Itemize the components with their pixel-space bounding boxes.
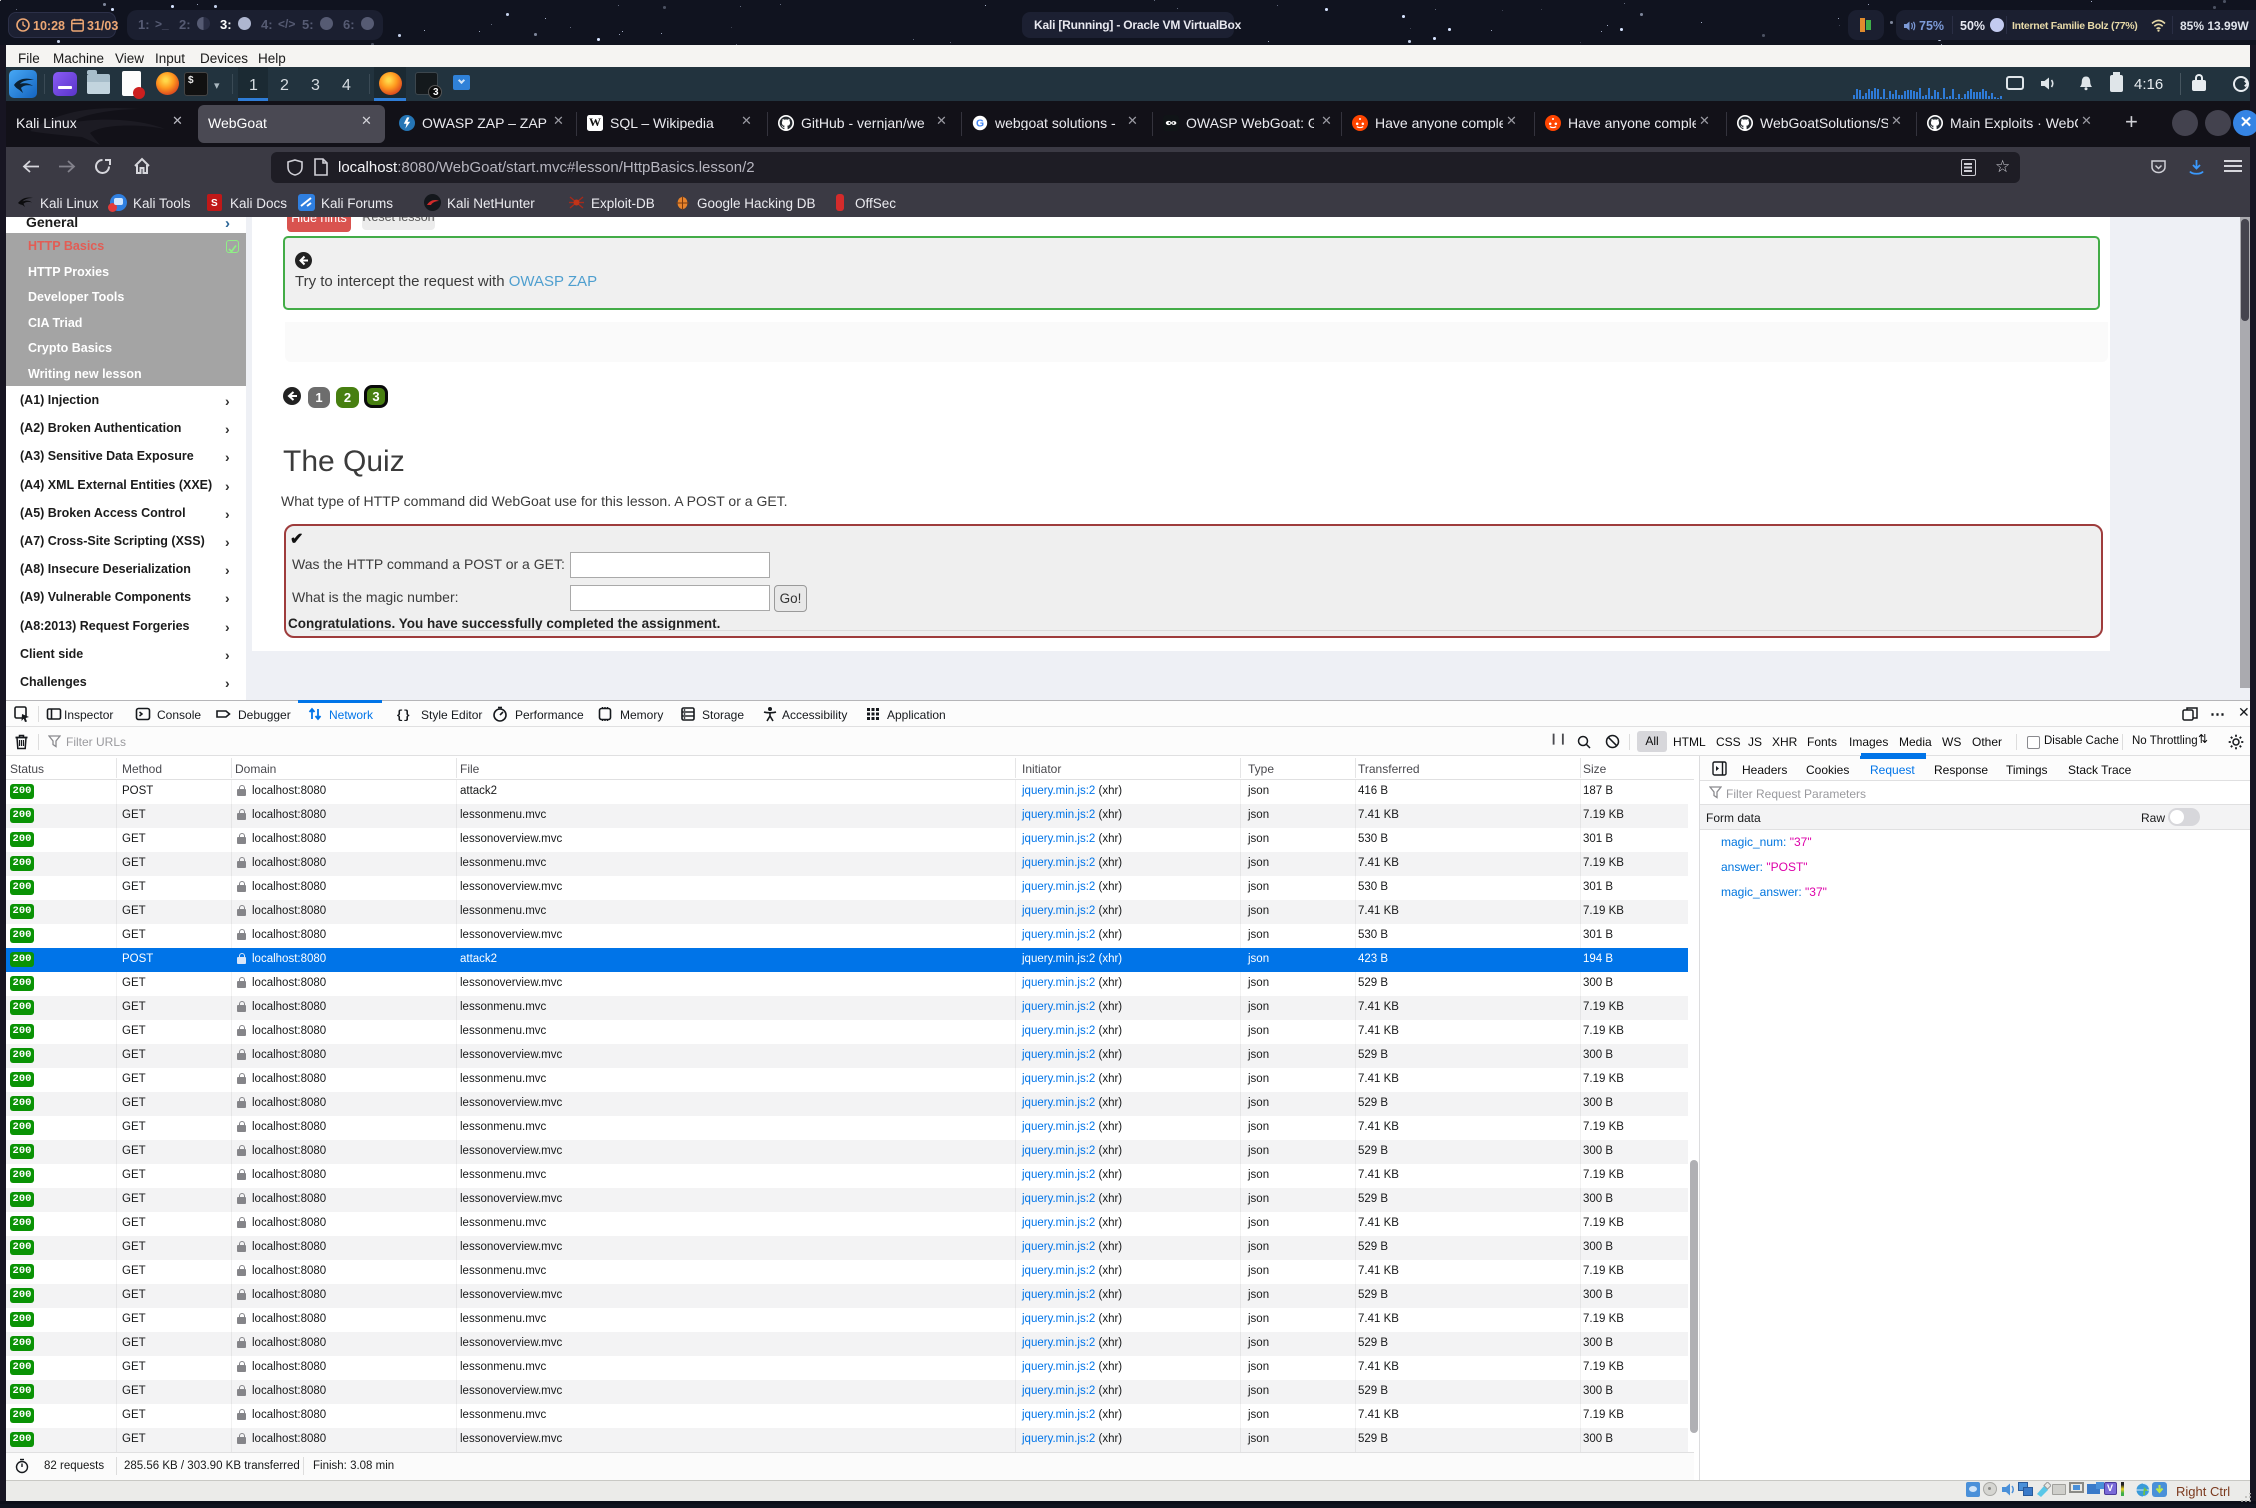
svg-text:G: G (976, 119, 984, 130)
svg-text:{}: {} (396, 709, 410, 723)
